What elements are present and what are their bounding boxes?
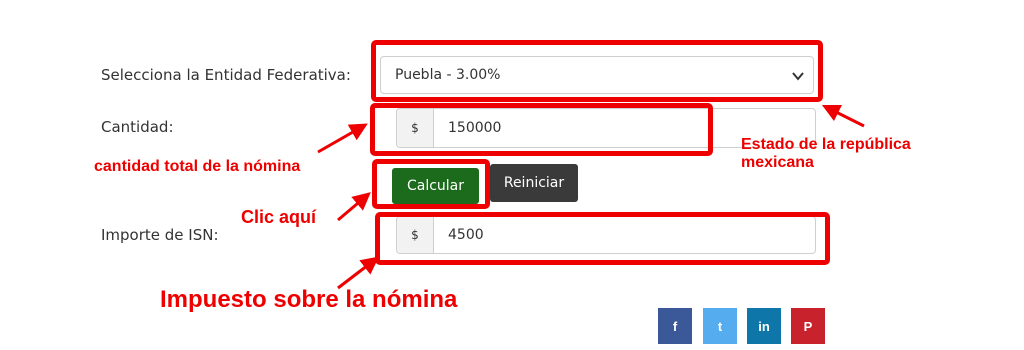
twitter-share-button[interactable]: t (703, 308, 737, 344)
facebook-share-button[interactable]: f (658, 308, 692, 344)
isn-label: Importe de ISN: (101, 226, 219, 244)
reset-button[interactable]: Reiniciar (490, 164, 578, 202)
arrow-to-amount (317, 123, 368, 154)
pinterest-icon: P (803, 318, 813, 334)
state-annotation: Estado de la república mexicana (741, 136, 911, 172)
isn-input-group: $ 4500 (396, 216, 816, 254)
chevron-down-icon (792, 72, 804, 81)
state-annotation-line1: Estado de la república (741, 136, 911, 153)
click-annotation: Clic aquí (241, 207, 317, 227)
pinterest-share-button[interactable]: P (791, 308, 825, 344)
amount-annotation: cantidad total de la nómina (94, 158, 301, 175)
state-select[interactable]: Puebla - 3.00% (380, 56, 814, 94)
isn-output[interactable]: 4500 (434, 217, 815, 253)
state-label: Selecciona la Entidad Federativa: (101, 66, 351, 84)
amount-label: Cantidad: (101, 118, 174, 136)
facebook-icon: f (672, 318, 678, 334)
calculate-button[interactable]: Calcular (392, 168, 479, 204)
twitter-icon: t (717, 318, 723, 334)
tax-annotation: Impuesto sobre la nómina (160, 286, 458, 313)
isn-calculator: Selecciona la Entidad Federativa: Cantid… (0, 0, 1024, 350)
isn-prefix: $ (397, 217, 434, 253)
state-annotation-line2: mexicana (741, 153, 814, 171)
amount-prefix: $ (397, 109, 434, 147)
arrow-to-calculate (337, 192, 371, 222)
linkedin-icon: in (758, 318, 770, 334)
arrow-to-state (821, 104, 865, 128)
state-select-value: Puebla - 3.00% (395, 67, 501, 83)
linkedin-share-button[interactable]: in (747, 308, 781, 344)
arrow-to-isn (337, 256, 380, 290)
